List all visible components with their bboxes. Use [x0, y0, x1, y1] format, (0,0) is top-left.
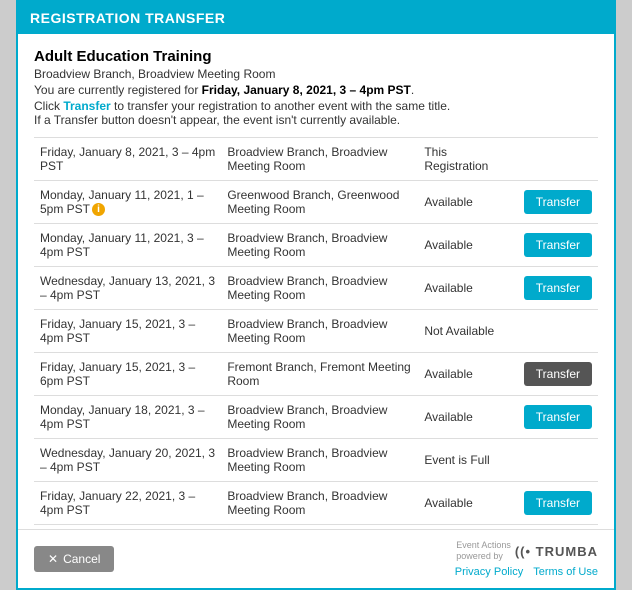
cancel-button[interactable]: ✕ Cancel — [34, 546, 114, 572]
action-cell: Transfer — [518, 396, 598, 439]
location-cell: Fremont Branch, Fremont Meeting Room — [221, 353, 418, 396]
transfer-button[interactable]: Transfer — [524, 276, 592, 300]
event-location: Broadview Branch, Broadview Meeting Room — [34, 67, 598, 81]
terms-of-use-link[interactable]: Terms of Use — [533, 566, 598, 578]
table-row: Friday, January 15, 2021, 3 – 6pm PSTFre… — [34, 353, 598, 396]
location-cell: Broadview Branch, Broadview Meeting Room — [221, 310, 418, 353]
event-description: You are currently registered for Friday,… — [34, 83, 598, 97]
action-cell — [518, 439, 598, 482]
table-row: Wednesday, January 13, 2021, 3 – 4pm PST… — [34, 267, 598, 310]
date-cell: Friday, January 15, 2021, 3 – 6pm PST — [34, 353, 221, 396]
status-cell: Available — [418, 482, 517, 525]
date-cell: Friday, January 15, 2021, 3 – 4pm PST — [34, 310, 221, 353]
location-cell: Broadview Branch, Broadview Meeting Room — [221, 482, 418, 525]
event-title: Adult Education Training — [34, 48, 598, 65]
transfer-button[interactable]: Transfer — [524, 491, 592, 515]
table-row: Friday, January 8, 2021, 3 – 4pm PSTBroa… — [34, 138, 598, 181]
date-cell: Monday, January 11, 2021, 1 – 5pm PSTi — [34, 181, 221, 224]
x-icon: ✕ — [48, 552, 58, 566]
modal-body: Adult Education Training Broadview Branc… — [18, 34, 614, 525]
registration-transfer-modal: REGISTRATION TRANSFER Adult Education Tr… — [16, 0, 616, 590]
transfer-button[interactable]: Transfer — [524, 190, 592, 214]
footer-right: Event Actions powered by ((• TRUMBA Priv… — [455, 540, 598, 578]
info-icon: i — [92, 203, 105, 216]
trumba-branding: Event Actions powered by ((• TRUMBA — [456, 540, 598, 562]
modal-header: REGISTRATION TRANSFER — [18, 2, 614, 34]
location-cell: Broadview Branch, Broadview Meeting Room — [221, 396, 418, 439]
trumba-logo: ((• TRUMBA — [515, 544, 598, 559]
table-row: Wednesday, January 20, 2021, 3 – 4pm PST… — [34, 439, 598, 482]
date-cell: Monday, January 18, 2021, 3 – 4pm PST — [34, 396, 221, 439]
date-cell: Wednesday, January 20, 2021, 3 – 4pm PST — [34, 439, 221, 482]
event-note: Click Transfer to transfer your registra… — [34, 99, 598, 127]
cancel-label: Cancel — [63, 552, 100, 566]
date-cell: Friday, January 8, 2021, 3 – 4pm PST — [34, 138, 221, 181]
table-row: Monday, January 18, 2021, 3 – 4pm PSTBro… — [34, 396, 598, 439]
table-row: Friday, January 15, 2021, 3 – 4pm PSTBro… — [34, 310, 598, 353]
action-cell: Transfer — [518, 224, 598, 267]
action-cell: Transfer — [518, 482, 598, 525]
status-cell: ThisRegistration — [418, 138, 517, 181]
status-cell: Available — [418, 353, 517, 396]
action-cell — [518, 138, 598, 181]
action-cell — [518, 310, 598, 353]
status-cell: Not Available — [418, 310, 517, 353]
action-cell: Transfer — [518, 181, 598, 224]
footer-links: Privacy Policy Terms of Use — [455, 566, 598, 578]
table-row: Monday, January 11, 2021, 1 – 5pm PSTiGr… — [34, 181, 598, 224]
status-cell: Available — [418, 396, 517, 439]
privacy-policy-link[interactable]: Privacy Policy — [455, 566, 523, 578]
date-cell: Monday, January 11, 2021, 3 – 4pm PST — [34, 224, 221, 267]
location-cell: Greenwood Branch, Greenwood Meeting Room — [221, 181, 418, 224]
location-cell: Broadview Branch, Broadview Meeting Room — [221, 138, 418, 181]
status-cell: Available — [418, 224, 517, 267]
action-cell: Transfer — [518, 267, 598, 310]
location-cell: Broadview Branch, Broadview Meeting Room — [221, 439, 418, 482]
modal-footer: ✕ Cancel Event Actions powered by ((• TR… — [18, 529, 614, 588]
events-table: Friday, January 8, 2021, 3 – 4pm PSTBroa… — [34, 137, 598, 525]
date-cell: Wednesday, January 13, 2021, 3 – 4pm PST — [34, 267, 221, 310]
location-cell: Broadview Branch, Broadview Meeting Room — [221, 267, 418, 310]
status-cell: Available — [418, 181, 517, 224]
location-cell: Broadview Branch, Broadview Meeting Room — [221, 224, 418, 267]
table-row: Monday, January 11, 2021, 3 – 4pm PSTBro… — [34, 224, 598, 267]
table-row: Friday, January 22, 2021, 3 – 4pm PSTBro… — [34, 482, 598, 525]
status-cell: Available — [418, 267, 517, 310]
status-cell: Event is Full — [418, 439, 517, 482]
transfer-button[interactable]: Transfer — [524, 233, 592, 257]
date-cell: Friday, January 22, 2021, 3 – 4pm PST — [34, 482, 221, 525]
action-cell: Transfer — [518, 353, 598, 396]
modal-title: REGISTRATION TRANSFER — [30, 10, 225, 26]
transfer-button[interactable]: Transfer — [524, 405, 592, 429]
transfer-button[interactable]: Transfer — [524, 362, 592, 386]
